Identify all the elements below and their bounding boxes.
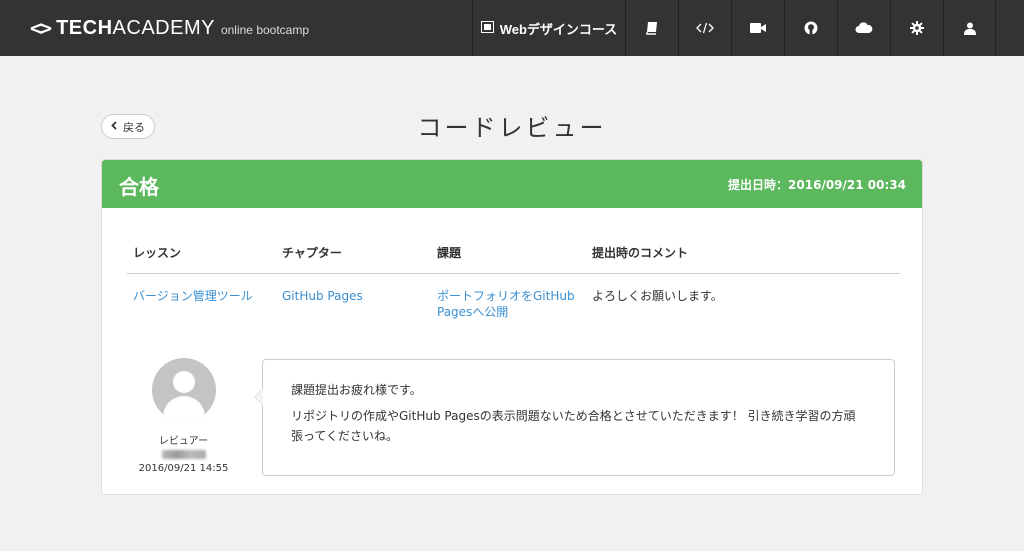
course-icon: [480, 20, 494, 36]
github-icon[interactable]: [784, 0, 837, 56]
submission-comment: よろしくお願いします。: [592, 289, 723, 303]
result-status: 合格: [119, 175, 159, 199]
header-task: 課題: [437, 246, 462, 260]
video-icon[interactable]: [731, 0, 784, 56]
table-header: レッスン チャプター 課題 提出時のコメント: [127, 244, 900, 274]
top-navbar: <> TECH ACADEMY online bootcamp Webデザインコ…: [0, 0, 1024, 56]
nav-course-button[interactable]: Webデザインコース: [472, 0, 625, 56]
task-link[interactable]: ポートフォリオをGitHub Pagesへ公開: [437, 289, 575, 319]
header-chapter: チャプター: [282, 246, 342, 260]
assignment-table: レッスン チャプター 課題 提出時のコメント バージョン管理ツール GitHub…: [127, 244, 900, 320]
code-icon[interactable]: [678, 0, 731, 56]
logo-academy: ACADEMY: [112, 16, 215, 39]
logo-subtitle: online bootcamp: [220, 23, 310, 37]
reviewer-info: レビュアー 2016/09/21 14:55: [127, 358, 240, 474]
review-paragraph: 課題提出お疲れ様です。: [291, 383, 422, 397]
lesson-link[interactable]: バージョン管理ツール: [133, 289, 253, 303]
logo-mark: <>: [30, 16, 52, 40]
review-paragraph: リポジトリの作成やGitHub Pagesの表示問題ないため合格とさせていただき…: [291, 409, 856, 443]
result-header: 合格 提出日時：2016/09/21 00:34: [102, 160, 922, 208]
techacademy-logo[interactable]: <> TECH ACADEMY online bootcamp: [30, 14, 309, 42]
header-comment: 提出時のコメント: [592, 246, 689, 260]
nav-course-label: Webデザインコース: [499, 21, 618, 37]
user-icon[interactable]: [943, 0, 996, 56]
review-date: 2016/09/21 14:55: [138, 463, 229, 474]
review-panel: 合格 提出日時：2016/09/21 00:34 レッスン チャプター 課題 提…: [101, 159, 923, 495]
header-lesson: レッスン: [133, 246, 182, 260]
review-comment-bubble: 課題提出お疲れ様です。 リポジトリの作成やGitHub Pagesの表示問題ない…: [254, 359, 895, 476]
avatar: [151, 358, 216, 422]
submitted-datetime: 提出日時：2016/09/21 00:34: [728, 178, 906, 192]
book-icon[interactable]: [625, 0, 678, 56]
gear-icon[interactable]: [890, 0, 943, 56]
chapter-link[interactable]: GitHub Pages: [282, 289, 363, 303]
page-title: コードレビュー: [417, 114, 607, 142]
nav-menu: Webデザインコース: [472, 0, 996, 56]
cloud-icon[interactable]: [837, 0, 890, 56]
reviewer-role: レビュアー: [158, 436, 209, 447]
reviewer-name-blurred: [161, 450, 206, 459]
logo-tech: TECH: [56, 16, 113, 39]
table-row: バージョン管理ツール GitHub Pages ポートフォリオをGitHub P…: [127, 274, 900, 320]
